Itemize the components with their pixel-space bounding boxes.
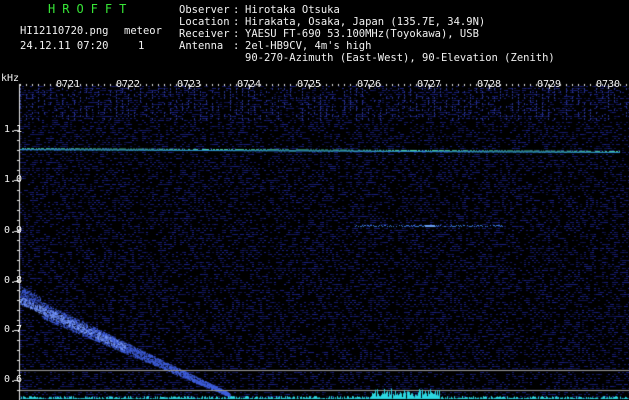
y-tick-label: 1.0 [4,174,23,185]
hrofft-logo: HROFFT [48,2,134,16]
meteor-count: 1 [138,40,145,52]
x-tick-label: 0730 [595,79,621,90]
location-key: Location [179,16,230,28]
observer-value: Hirotaka Otsuka [245,4,340,16]
x-tick-label: 0727 [416,79,442,90]
x-tick-label: 0722 [115,79,141,90]
x-tick-label: 0721 [55,79,81,90]
datetime-label: 24.12.11 07:20 [20,40,109,52]
hrofft-window: HROFFT HI12110720.png 24.12.11 07:20 met… [0,0,629,400]
x-tick-label: 0724 [236,79,262,90]
y-tick-label: 0.6 [4,374,23,385]
info-colon: : [233,4,240,16]
observer-key: Observer [179,4,230,16]
x-tick-label: 0726 [356,79,382,90]
antenna-key: Antenna [179,40,224,52]
y-tick-label: 0.9 [4,225,23,236]
receiver-key: Receiver [179,28,230,40]
x-tick-label: 0729 [536,79,562,90]
filename-label: HI12110720.png [20,25,109,37]
receiver-value: YAESU FT-690 53.100MHz(Toyokawa), USB [245,28,479,40]
info-colon: : [233,40,240,52]
meteor-label: meteor [124,25,162,37]
antenna-orientation: 90-270-Azimuth (East-West), 90-Elevation… [245,52,555,64]
x-tick-label: 0723 [176,79,202,90]
y-tick-label: 0.7 [4,324,23,335]
antenna-value: 2el-HB9CV, 4m's high [245,40,372,52]
y-tick-label: 0.8 [4,275,23,286]
location-value: Hirakata, Osaka, Japan (135.7E, 34.9N) [245,16,486,28]
info-colon: : [233,16,240,28]
x-tick-label: 0725 [296,79,322,90]
x-tick-label: 0728 [476,79,502,90]
y-tick-label: 1.1 [4,124,23,135]
info-colon: : [233,28,240,40]
axis-unit: kHz [1,73,20,84]
